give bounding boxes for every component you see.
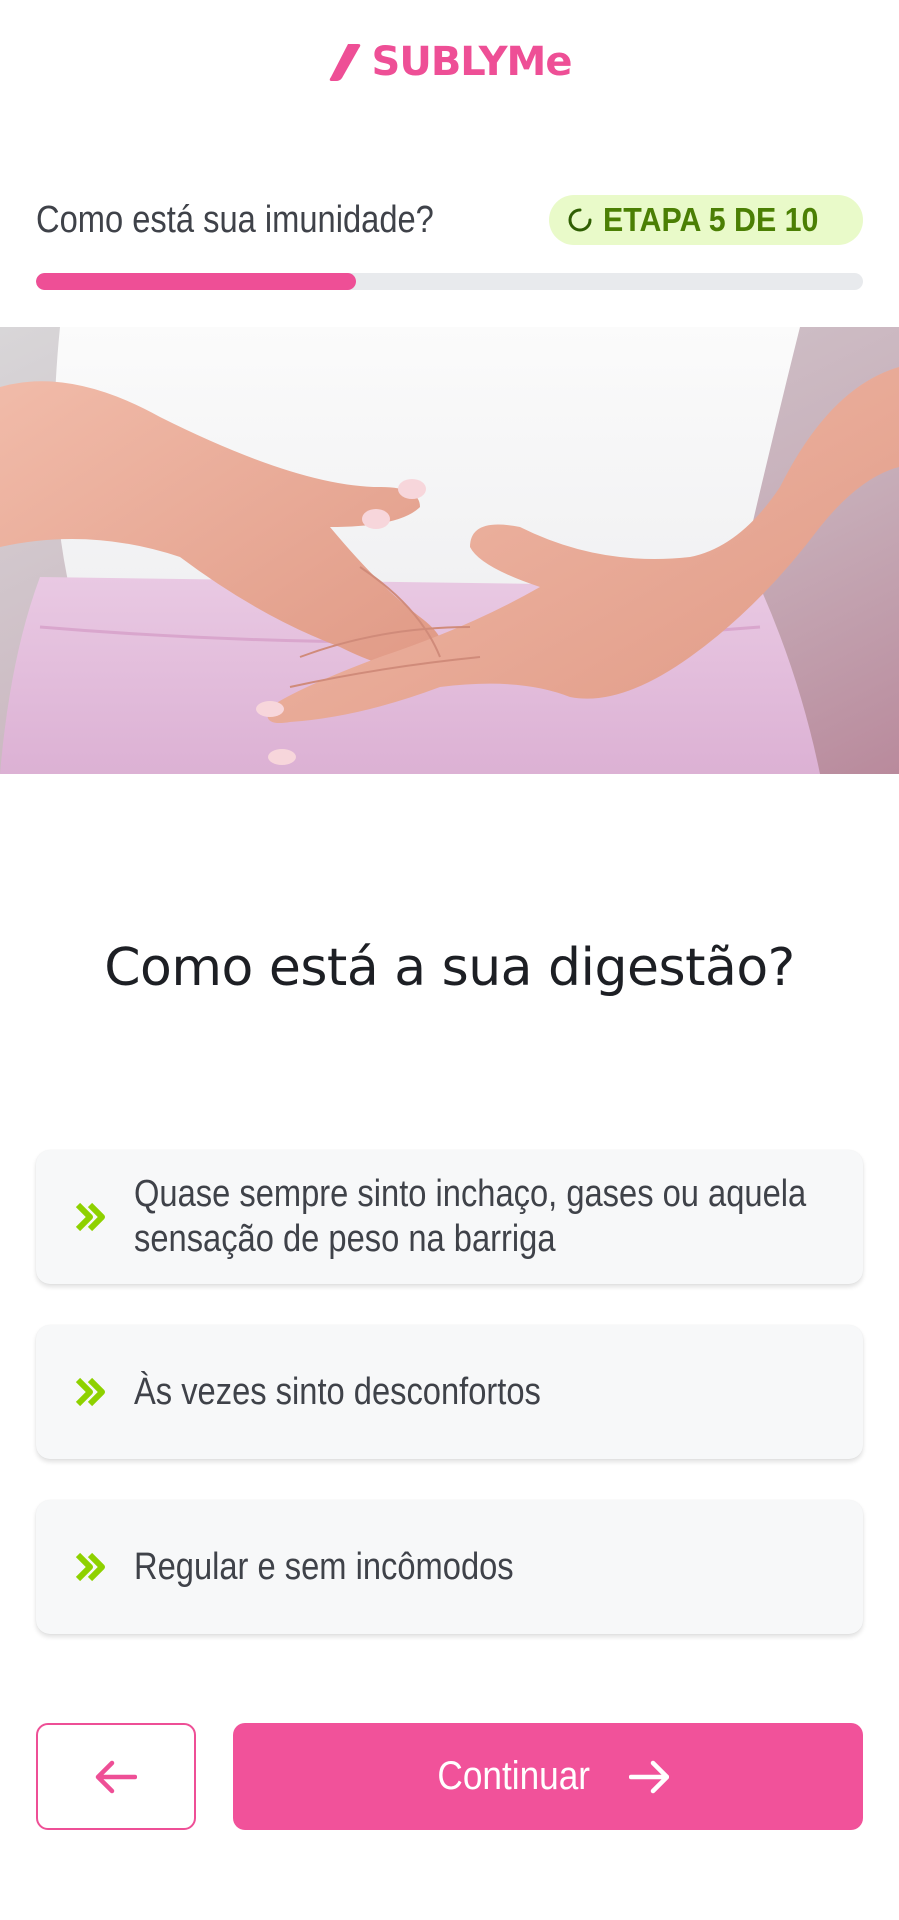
option-sometimes-discomfort[interactable]: Às vezes sinto desconfortos — [36, 1325, 863, 1459]
arrow-right-icon — [628, 1760, 669, 1793]
option-regular[interactable]: Regular e sem incômodos — [36, 1500, 863, 1634]
step-badge: ETAPA 5 DE 10 — [548, 195, 863, 245]
hands-on-belly-photo — [0, 327, 899, 774]
option-label: Regular e sem incômodos — [134, 1545, 514, 1588]
brand-logo: SUBLYMe — [0, 36, 899, 88]
option-label: Às vezes sinto desconfortos — [134, 1370, 541, 1413]
step-header: Como está sua imunidade? ETAPA 5 DE 10 — [36, 194, 863, 246]
progress-bar — [36, 273, 863, 290]
chevron-right-double-icon — [75, 1377, 105, 1407]
sublyme-logo-icon — [329, 44, 360, 81]
step-counter: ETAPA 5 DE 10 — [602, 201, 819, 238]
chevron-right-double-icon — [75, 1202, 105, 1232]
arrow-left-icon — [95, 1760, 137, 1793]
continue-button[interactable]: Continuar — [233, 1723, 863, 1830]
option-bloating[interactable]: Quase sempre sinto inchaço, gases ou aqu… — [36, 1150, 863, 1284]
option-label: Quase sempre sinto inchaço, gases ou aqu… — [134, 1173, 807, 1260]
section-title: Como está sua imunidade? — [36, 198, 434, 241]
hero-image — [0, 327, 899, 774]
loading-icon — [568, 208, 592, 232]
progress-fill — [36, 273, 357, 290]
back-button[interactable] — [36, 1723, 196, 1830]
quiz-page: SUBLYMe Como está sua imunidade? ETAPA 5… — [0, 0, 899, 1920]
chevron-right-double-icon — [75, 1552, 105, 1582]
question-title: Como está a sua digestão? — [104, 938, 795, 998]
brand-name: SUBLYMe — [371, 39, 573, 85]
continue-label: Continuar — [437, 1754, 591, 1798]
